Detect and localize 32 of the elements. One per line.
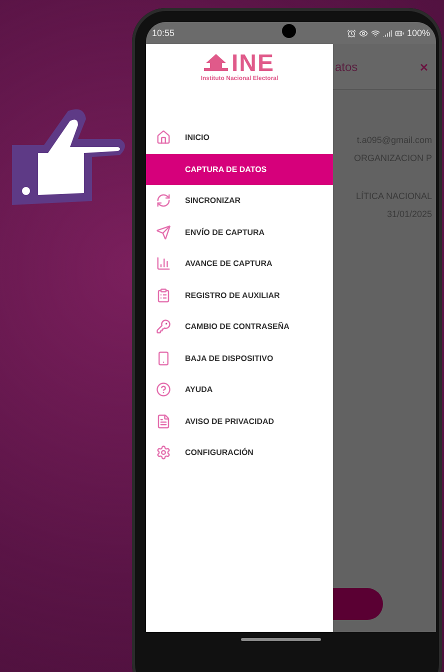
menu-item[interactable]: CONFIGURACIÓN <box>146 437 333 468</box>
action-button[interactable] <box>333 588 383 620</box>
document-icon <box>156 414 171 429</box>
bar-chart-icon <box>156 256 171 272</box>
menu-item[interactable]: CAPTURA DE DATOS <box>146 154 333 185</box>
menu-item[interactable]: AVISO DE PRIVACIDAD <box>146 406 333 437</box>
eye-icon <box>358 28 368 38</box>
menu-item[interactable]: BAJA DE DISPOSITIVO <box>146 342 333 374</box>
wifi-icon <box>370 28 380 38</box>
battery-icon <box>394 28 404 38</box>
signal-icon <box>382 28 392 38</box>
settings-icon <box>156 445 171 460</box>
menu-item[interactable]: AVANCE DE CAPTURA <box>146 248 333 280</box>
help-icon <box>156 382 171 398</box>
menu-item[interactable]: REGISTRO DE AUXILIAR <box>146 280 333 311</box>
status-time: 10:55 <box>152 28 175 38</box>
house-icon <box>156 130 171 146</box>
alarm-icon <box>346 28 356 38</box>
menu-item[interactable]: ENVÍO DE CAPTURA <box>146 216 333 248</box>
battery-level: 100% <box>406 28 430 38</box>
refresh-icon <box>156 193 171 208</box>
send-icon <box>156 224 171 240</box>
menu-item[interactable]: INICIO <box>146 122 333 154</box>
phone-icon <box>156 350 171 366</box>
menu-item[interactable]: AYUDA <box>146 374 333 406</box>
menu-item[interactable]: SINCRONIZAR <box>146 185 333 216</box>
clipboard-icon <box>156 288 171 303</box>
logo-icon <box>204 54 228 74</box>
key-icon <box>156 319 171 334</box>
logo-text: INE <box>231 52 274 76</box>
menu-item[interactable]: CAMBIO DE CONTRASEÑA <box>146 311 333 342</box>
screen-title: atos <box>335 60 358 74</box>
